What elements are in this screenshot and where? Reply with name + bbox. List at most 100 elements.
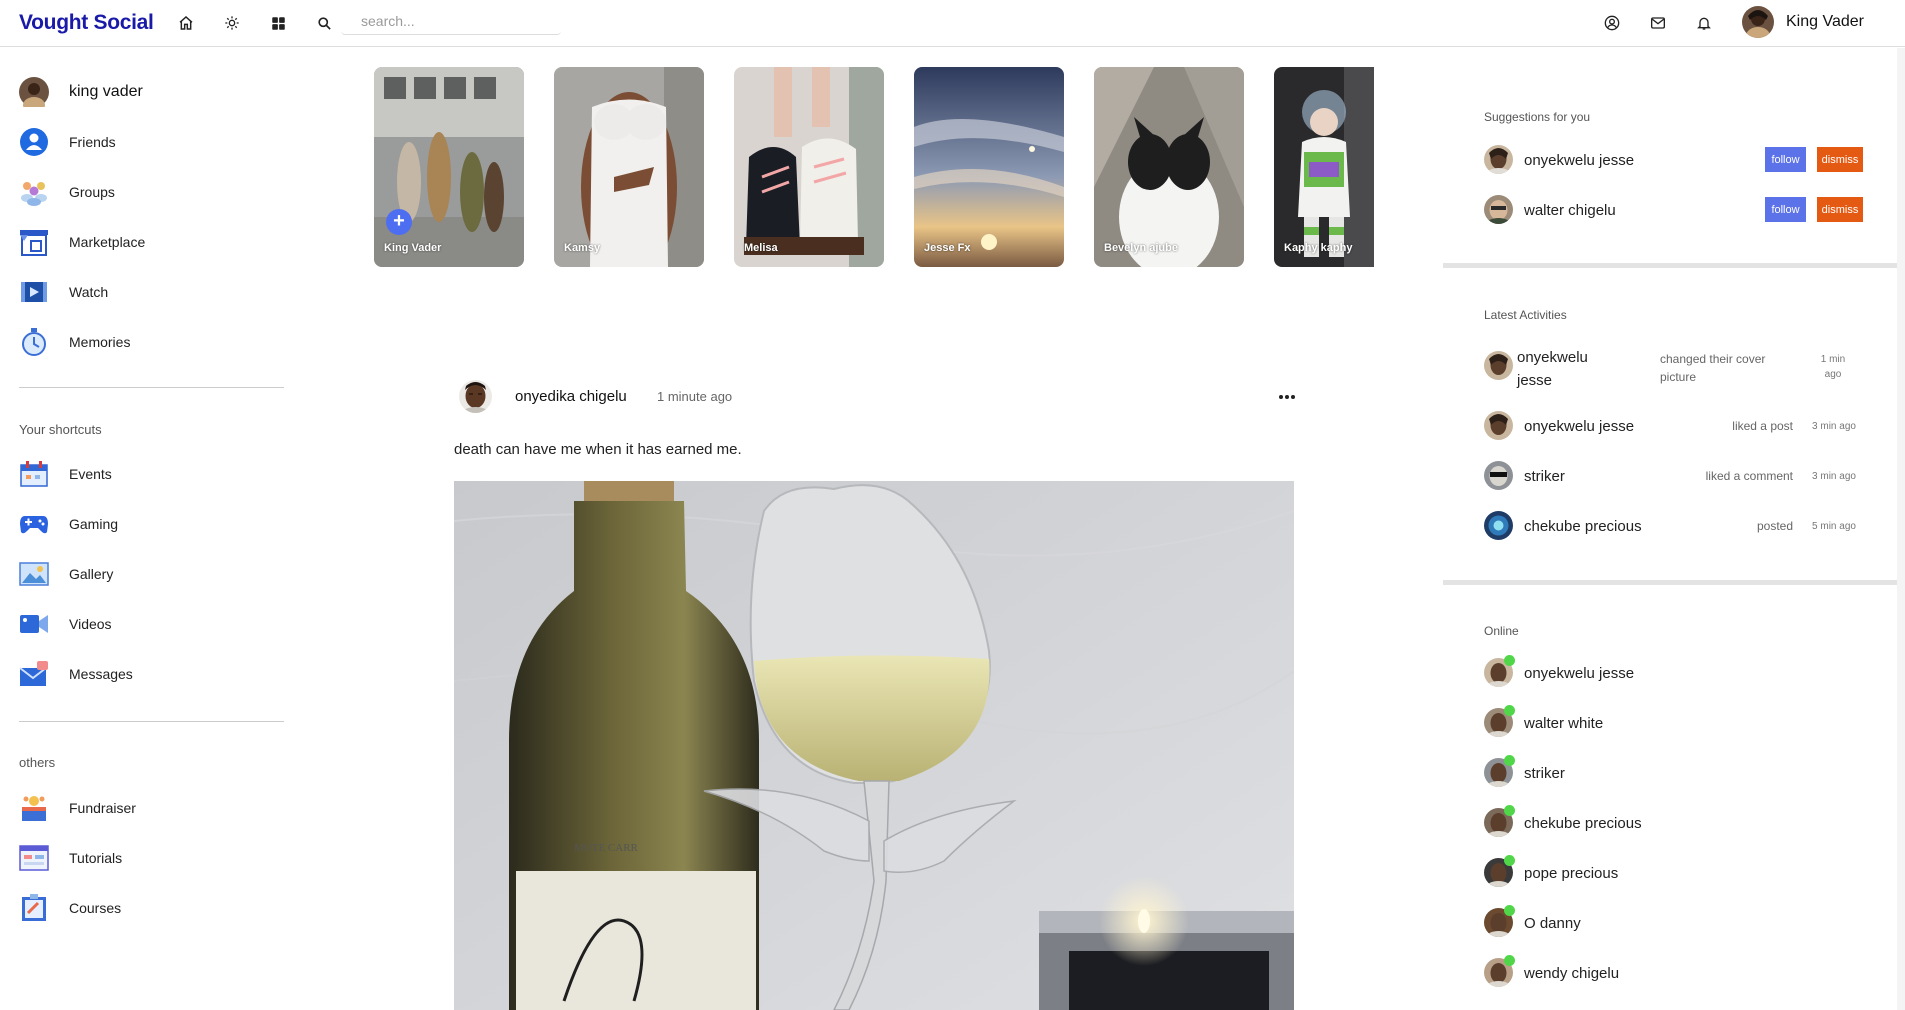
- online-user-name[interactable]: walter white: [1524, 715, 1603, 732]
- sidebar-item-label: Memories: [69, 334, 131, 350]
- activity-action: changed their cover picture: [1660, 352, 1766, 384]
- home-icon[interactable]: [177, 14, 195, 32]
- divider: [19, 387, 284, 388]
- story-card[interactable]: Melisa: [734, 67, 884, 267]
- sidebar-item-label: Gallery: [69, 566, 114, 582]
- sidebar-item-label: Gaming: [69, 516, 119, 532]
- activity-user[interactable]: onyekwelu jesse: [1524, 418, 1634, 435]
- activity-time: 3 min ago: [1812, 421, 1856, 432]
- sidebar-item-profile[interactable]: king vader: [19, 77, 143, 107]
- watch-icon: [19, 277, 49, 307]
- sidebar-item-events[interactable]: Events: [19, 459, 112, 489]
- online-user-name[interactable]: striker: [1524, 765, 1565, 782]
- user-icon[interactable]: [1603, 14, 1621, 32]
- avatar[interactable]: [1484, 461, 1513, 490]
- story-card[interactable]: Kamsy: [554, 67, 704, 267]
- add-story-button[interactable]: +: [386, 209, 412, 235]
- follow-button[interactable]: follow: [1765, 147, 1806, 172]
- story-card[interactable]: Jesse Fx: [914, 67, 1064, 267]
- sidebar-item-label: Watch: [69, 284, 109, 300]
- sidebar-item-messages[interactable]: Messages: [19, 659, 133, 689]
- sidebar-item-label: Fundraiser: [69, 800, 136, 816]
- bell-icon[interactable]: [1695, 14, 1713, 32]
- suggestion-name[interactable]: walter chigelu: [1524, 202, 1616, 219]
- post-image[interactable]: MOTE CARR: [454, 481, 1294, 1010]
- suggestion-name[interactable]: onyekwelu jesse: [1524, 152, 1634, 169]
- avatar[interactable]: [1484, 195, 1513, 224]
- search-icon[interactable]: [315, 14, 333, 32]
- sidebar-item-fundraiser[interactable]: Fundraiser: [19, 793, 136, 823]
- avatar[interactable]: [1484, 351, 1513, 380]
- avatar[interactable]: [1742, 6, 1774, 38]
- story-image: [554, 67, 704, 267]
- sidebar-item-gallery[interactable]: Gallery: [19, 559, 113, 589]
- story-image: [374, 67, 524, 267]
- sidebar-item-label: Friends: [69, 134, 116, 150]
- scrollbar[interactable]: [1897, 48, 1905, 1010]
- left-sidebar: king vader Friends Groups Marketplace Wa…: [0, 48, 300, 1010]
- online-user-name[interactable]: chekube precious: [1524, 815, 1642, 832]
- activity-action: liked a comment: [1705, 469, 1793, 483]
- sidebar-item-label: Groups: [69, 184, 115, 200]
- more-options-icon[interactable]: [1276, 390, 1298, 404]
- post-author[interactable]: onyedika chigelu: [515, 388, 627, 405]
- top-navbar: Vought Social King Vader: [0, 0, 1905, 47]
- sidebar-item-label: Marketplace: [69, 234, 146, 250]
- brightness-icon[interactable]: [223, 14, 241, 32]
- search-input[interactable]: [361, 13, 551, 29]
- divider: [19, 721, 284, 722]
- section-title: Suggestions for you: [1484, 110, 1591, 124]
- dismiss-button[interactable]: dismiss: [1817, 197, 1863, 222]
- sidebar-item-watch[interactable]: Watch: [19, 277, 108, 307]
- activity-user[interactable]: onyekwelu jesse: [1517, 346, 1617, 392]
- sidebar-item-groups[interactable]: Groups: [19, 177, 115, 207]
- avatar[interactable]: [1484, 411, 1513, 440]
- sidebar-item-label: Videos: [69, 616, 112, 632]
- dismiss-button[interactable]: dismiss: [1817, 147, 1863, 172]
- sidebar-item-label: Messages: [69, 666, 133, 682]
- online-user-name[interactable]: wendy chigelu: [1524, 965, 1619, 982]
- avatar[interactable]: [1484, 145, 1513, 174]
- online-user-name[interactable]: onyekwelu jesse: [1524, 665, 1634, 682]
- avatar[interactable]: [459, 380, 492, 413]
- mail-icon[interactable]: [1649, 14, 1667, 32]
- search-box: [341, 8, 561, 35]
- online-user-name[interactable]: O danny: [1524, 915, 1581, 932]
- gallery-icon: [19, 559, 49, 589]
- online-status-dot: [1504, 755, 1515, 766]
- tutorials-icon: [19, 843, 49, 873]
- follow-button[interactable]: follow: [1765, 197, 1806, 222]
- gaming-icon: [19, 509, 49, 539]
- activity-user[interactable]: striker: [1524, 468, 1565, 485]
- sidebar-item-videos[interactable]: Videos: [19, 609, 112, 639]
- story-card[interactable]: Kaphy kaphy: [1274, 67, 1374, 267]
- messages-icon: [19, 659, 49, 689]
- sidebar-item-courses[interactable]: Courses: [19, 893, 121, 923]
- sidebar-item-marketplace[interactable]: Marketplace: [19, 227, 145, 257]
- nav-username[interactable]: King Vader: [1786, 13, 1864, 31]
- online-user-name[interactable]: pope precious: [1524, 865, 1618, 882]
- avatar[interactable]: [1484, 511, 1513, 540]
- section-title: Latest Activities: [1484, 308, 1567, 322]
- sidebar-item-gaming[interactable]: Gaming: [19, 509, 118, 539]
- sidebar-item-label: king vader: [69, 83, 143, 100]
- sidebar-item-friends[interactable]: Friends: [19, 127, 116, 157]
- sidebar-item-tutorials[interactable]: Tutorials: [19, 843, 122, 873]
- app-logo[interactable]: Vought Social: [19, 11, 154, 35]
- marketplace-icon: [19, 227, 49, 257]
- memories-icon: [19, 327, 49, 357]
- activity-user[interactable]: chekube precious: [1524, 518, 1642, 535]
- activity-time: 3 min ago: [1812, 471, 1856, 482]
- sidebar-item-label: Courses: [69, 900, 122, 916]
- online-status-dot: [1504, 855, 1515, 866]
- story-card[interactable]: King Vader: [374, 67, 524, 267]
- activity-action: posted: [1756, 519, 1793, 533]
- story-name: Kaphy kaphy: [1284, 242, 1353, 254]
- story-image: [734, 67, 884, 267]
- fundraiser-icon: [19, 793, 49, 823]
- sidebar-item-memories[interactable]: Memories: [19, 327, 130, 357]
- online-status-dot: [1504, 905, 1515, 916]
- story-card[interactable]: Bevelyn ajube: [1094, 67, 1244, 267]
- grid-icon[interactable]: [269, 14, 287, 32]
- courses-icon: [19, 893, 49, 923]
